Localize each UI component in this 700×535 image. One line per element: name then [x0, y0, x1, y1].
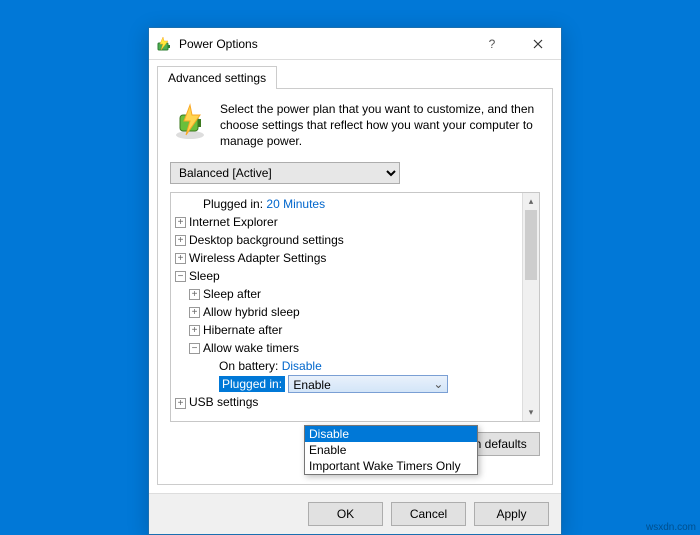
settings-tree: Plugged in: 20 Minutes +Internet Explore… — [170, 192, 540, 422]
window-title: Power Options — [179, 37, 469, 51]
tree-row-desktop-bg[interactable]: +Desktop background settings — [171, 231, 522, 249]
tree-scrollbar[interactable]: ▴ ▾ — [522, 193, 539, 421]
tree-row-hibernate-after[interactable]: +Hibernate after — [171, 321, 522, 339]
tree-row-on-battery[interactable]: On battery: Disable — [171, 357, 522, 375]
apply-button[interactable]: Apply — [474, 502, 549, 526]
tab-strip: Advanced settings — [149, 60, 561, 88]
expand-icon[interactable]: + — [175, 398, 186, 409]
expand-icon[interactable]: + — [189, 325, 200, 336]
tree-row-sleep-after[interactable]: +Sleep after — [171, 285, 522, 303]
expand-icon[interactable]: + — [175, 253, 186, 264]
tree-row-wireless[interactable]: +Wireless Adapter Settings — [171, 249, 522, 267]
help-button[interactable]: ? — [469, 28, 515, 59]
dropdown-option-enable[interactable]: Enable — [305, 442, 477, 458]
power-options-window: Power Options ? Advanced settings Select… — [148, 27, 562, 535]
collapse-icon[interactable]: − — [175, 271, 186, 282]
tree-row-plugged-in[interactable]: Plugged in: Enable — [171, 375, 522, 394]
on-battery-value[interactable]: Disable — [282, 359, 322, 373]
scroll-up-arrow[interactable]: ▴ — [523, 193, 539, 210]
expand-icon[interactable]: + — [189, 289, 200, 300]
titlebar[interactable]: Power Options ? — [149, 28, 561, 60]
close-icon — [533, 39, 543, 49]
power-plan-select[interactable]: Balanced [Active] — [170, 162, 400, 184]
plugged-in-select[interactable]: Enable — [288, 375, 448, 393]
dropdown-option-important[interactable]: Important Wake Timers Only — [305, 458, 477, 474]
tree-row-sleep[interactable]: −Sleep — [171, 267, 522, 285]
tree-row-ie[interactable]: +Internet Explorer — [171, 213, 522, 231]
dropdown-option-disable[interactable]: Disable — [305, 426, 477, 442]
scroll-thumb[interactable] — [525, 210, 537, 280]
tree-row-plugged-minutes[interactable]: Plugged in: 20 Minutes — [171, 195, 522, 213]
tree-row-hybrid-sleep[interactable]: +Allow hybrid sleep — [171, 303, 522, 321]
tree-row-wake-timers[interactable]: −Allow wake timers — [171, 339, 522, 357]
close-button[interactable] — [515, 28, 561, 59]
plugged-in-label: Plugged in: — [219, 376, 285, 392]
expand-icon[interactable]: + — [175, 217, 186, 228]
dialog-button-bar: OK Cancel Apply — [149, 493, 561, 534]
power-plan-icon — [170, 101, 210, 141]
header-description: Select the power plan that you want to c… — [220, 101, 540, 150]
tab-panel: Select the power plan that you want to c… — [157, 88, 553, 485]
watermark: wsxdn.com — [646, 522, 696, 533]
battery-icon — [157, 36, 173, 52]
tab-advanced-settings[interactable]: Advanced settings — [157, 66, 277, 89]
cancel-button[interactable]: Cancel — [391, 502, 466, 526]
tree-row-usb[interactable]: +USB settings — [171, 393, 522, 411]
collapse-icon[interactable]: − — [189, 343, 200, 354]
plugged-minutes-value[interactable]: 20 Minutes — [266, 197, 325, 211]
ok-button[interactable]: OK — [308, 502, 383, 526]
scroll-down-arrow[interactable]: ▾ — [523, 404, 539, 421]
expand-icon[interactable]: + — [189, 307, 200, 318]
plugged-in-dropdown[interactable]: Disable Enable Important Wake Timers Onl… — [304, 425, 478, 475]
expand-icon[interactable]: + — [175, 235, 186, 246]
